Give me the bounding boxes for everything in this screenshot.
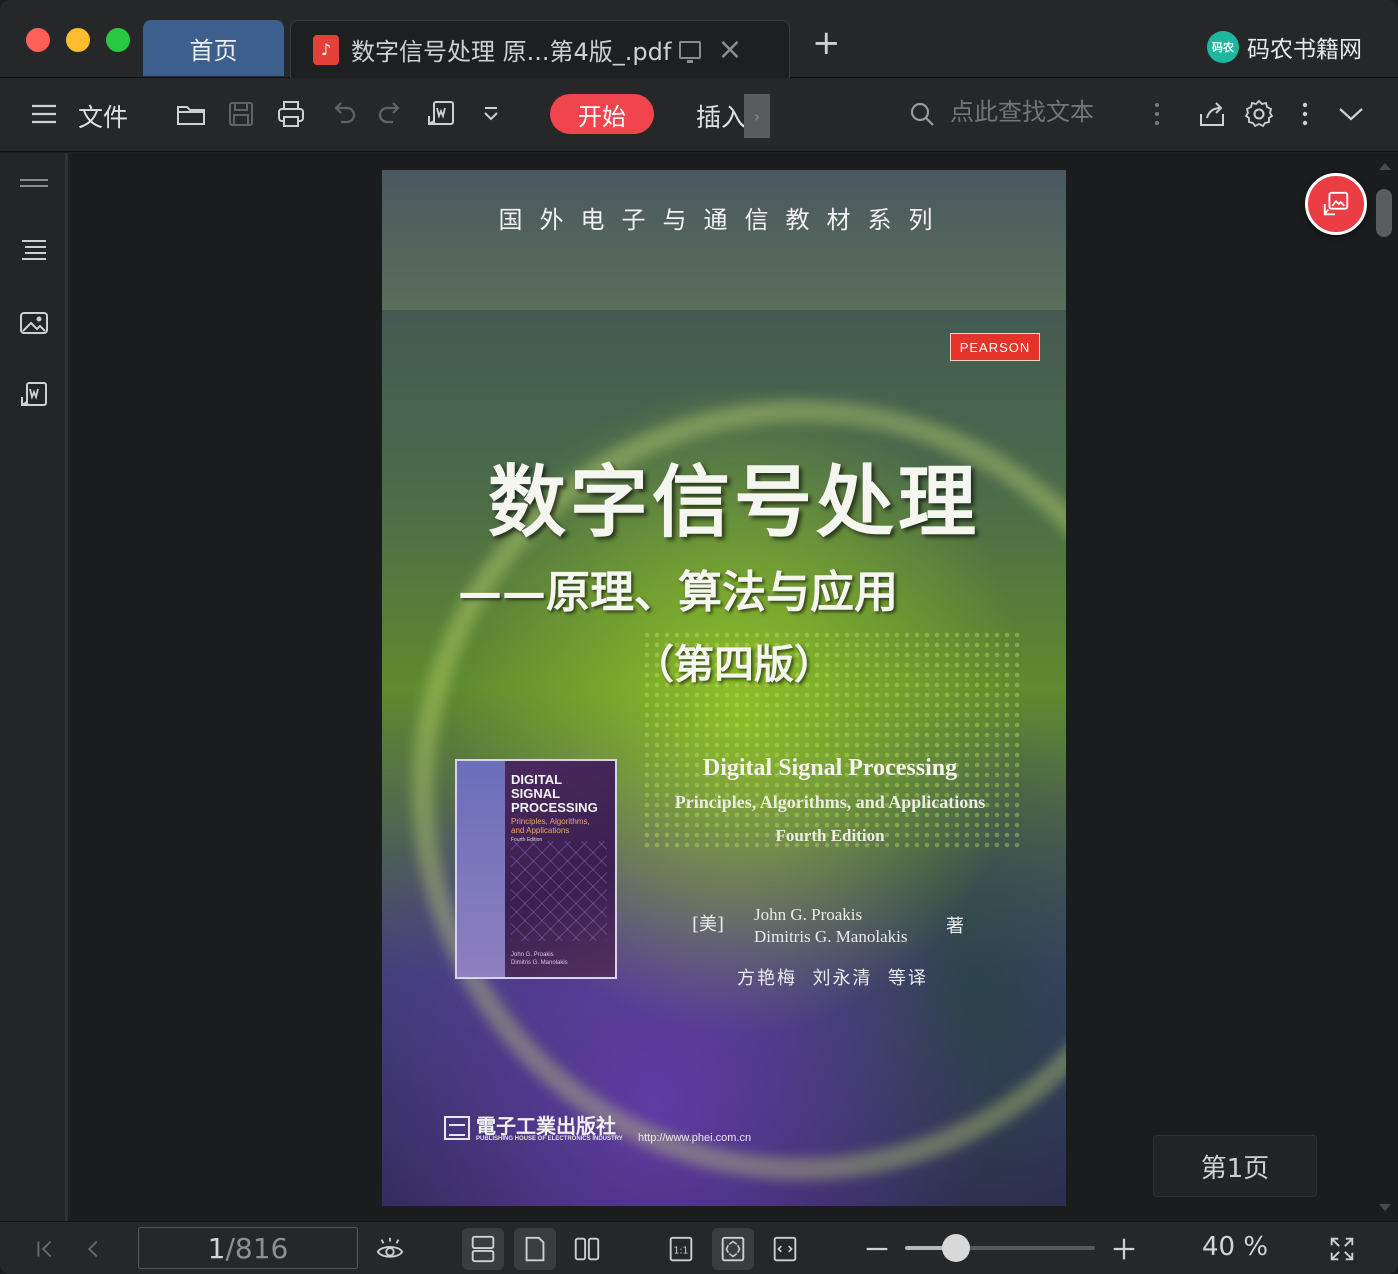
publisher-logo bbox=[444, 1116, 470, 1140]
image-icon[interactable] bbox=[16, 305, 52, 341]
publisher-name: 電子工業出版社 bbox=[476, 1114, 616, 1138]
page-indicator: 第1页 bbox=[1153, 1135, 1317, 1197]
pdf-file-icon: ♪ bbox=[313, 34, 339, 65]
more-icon[interactable] bbox=[1287, 96, 1323, 132]
book-subtitle-cn: ——原理、算法与应用 bbox=[458, 567, 898, 618]
fit-width-icon[interactable] bbox=[764, 1228, 806, 1270]
hamburger-icon[interactable] bbox=[26, 96, 62, 132]
prev-page-icon[interactable] bbox=[72, 1228, 114, 1270]
series-title: 国外电子与通信教材系列 bbox=[498, 206, 950, 234]
two-page-icon[interactable] bbox=[566, 1228, 608, 1270]
brand: 码农 码农书籍网 bbox=[1207, 30, 1362, 64]
title-bar: 首页 ♪ 数字信号处理 原...第4版_.pdf × + 码农 码农书籍网 bbox=[0, 0, 1398, 78]
start-tab[interactable]: 开始 bbox=[550, 94, 654, 134]
redo-icon[interactable] bbox=[373, 96, 409, 132]
mini-cover-stripe bbox=[457, 761, 505, 977]
scroll-thumb[interactable] bbox=[1376, 189, 1392, 237]
page-number-field[interactable]: 1/816 bbox=[138, 1227, 358, 1269]
settings-icon[interactable] bbox=[1241, 96, 1277, 132]
share-icon[interactable] bbox=[1194, 96, 1230, 132]
document-viewport[interactable]: 国外电子与通信教材系列 PEARSON 数字信号处理 ——原理、算法与应用 （第… bbox=[71, 153, 1398, 1221]
tab-document[interactable]: ♪ 数字信号处理 原...第4版_.pdf × bbox=[290, 20, 790, 78]
file-menu[interactable]: 文件 bbox=[78, 98, 128, 134]
more-icon[interactable] bbox=[1139, 96, 1175, 132]
document-page: 国外电子与通信教材系列 PEARSON 数字信号处理 ——原理、算法与应用 （第… bbox=[382, 170, 1066, 1206]
book-title-cn: 数字信号处理 bbox=[487, 457, 980, 548]
convert-word-icon[interactable] bbox=[16, 377, 52, 413]
brand-logo: 码农 bbox=[1207, 31, 1239, 63]
left-sidebar bbox=[0, 153, 68, 1221]
cover-top-band bbox=[382, 170, 1066, 310]
translators: 方艳梅 刘永清 等译 bbox=[737, 968, 928, 989]
minimize-window-button[interactable] bbox=[66, 28, 90, 52]
continuous-view-icon[interactable] bbox=[462, 1228, 504, 1270]
extract-image-button[interactable] bbox=[1305, 173, 1367, 235]
scroll-up-arrow[interactable] bbox=[1379, 163, 1391, 170]
current-page: 1 bbox=[207, 1231, 226, 1265]
book-edition-en: Fourth Edition bbox=[775, 826, 885, 845]
undo-icon[interactable] bbox=[325, 96, 361, 132]
vertical-scrollbar[interactable] bbox=[1374, 163, 1394, 1211]
book-title-en: Digital Signal Processing bbox=[702, 755, 958, 781]
app-window: 首页 ♪ 数字信号处理 原...第4版_.pdf × + 码农 码农书籍网 文件 bbox=[0, 0, 1398, 1274]
mini-cover-pattern bbox=[511, 841, 607, 941]
zoom-level[interactable]: 40 % bbox=[1202, 1232, 1268, 1262]
author-origin: [美] bbox=[692, 914, 725, 935]
tab-home[interactable]: 首页 bbox=[143, 20, 284, 76]
dropdown-icon[interactable] bbox=[473, 96, 509, 132]
brand-name: 码农书籍网 bbox=[1247, 37, 1362, 63]
close-icon[interactable]: × bbox=[717, 34, 742, 65]
first-page-icon[interactable] bbox=[24, 1228, 66, 1270]
open-folder-icon[interactable] bbox=[173, 96, 209, 132]
scroll-down-arrow[interactable] bbox=[1379, 1204, 1391, 1211]
pearson-logo: PEARSON bbox=[950, 333, 1040, 361]
mini-cover-title: DIGITAL SIGNAL PROCESSING bbox=[511, 772, 598, 815]
fullscreen-icon[interactable] bbox=[1321, 1228, 1363, 1270]
toolbar: 文件 开始 插入 › bbox=[0, 78, 1398, 152]
thumbnail-panel-icon[interactable] bbox=[16, 165, 52, 201]
total-pages: /816 bbox=[225, 1231, 289, 1265]
tab-scroll-right[interactable]: › bbox=[744, 94, 770, 138]
print-icon[interactable] bbox=[273, 96, 309, 132]
search-icon[interactable] bbox=[904, 96, 940, 132]
collapse-icon[interactable] bbox=[1333, 96, 1369, 132]
maximize-window-button[interactable] bbox=[106, 28, 130, 52]
actual-size-icon[interactable]: 1:1 bbox=[660, 1228, 702, 1270]
zoom-slider[interactable] bbox=[905, 1234, 1095, 1262]
search-input[interactable] bbox=[950, 98, 1140, 126]
publisher-name-en: PUBLISHING HOUSE OF ELECTRONICS INDUSTRY bbox=[476, 1136, 623, 1142]
svg-text:1:1: 1:1 bbox=[673, 1246, 688, 1257]
mini-cover-authors: John G. Proakis Dimitris G. Manolakis bbox=[511, 952, 568, 966]
zoom-out-icon[interactable] bbox=[856, 1228, 898, 1270]
eye-icon[interactable] bbox=[369, 1228, 411, 1270]
extract-image-icon bbox=[1323, 191, 1349, 216]
tab-home-label: 首页 bbox=[189, 36, 238, 65]
authors: John G. Proakis Dimitris G. Manolakis bbox=[754, 905, 908, 946]
publisher-url: http://www.phei.com.cn bbox=[638, 1132, 752, 1144]
close-window-button[interactable] bbox=[26, 28, 50, 52]
monitor-icon[interactable] bbox=[679, 40, 702, 63]
add-tab-icon[interactable]: + bbox=[812, 26, 841, 60]
book-edition-cn: （第四版） bbox=[634, 641, 834, 688]
save-icon[interactable] bbox=[223, 96, 259, 132]
outline-icon[interactable] bbox=[16, 233, 52, 269]
zoom-in-icon[interactable] bbox=[1103, 1228, 1145, 1270]
status-bar: 1/816 1:1 40 % bbox=[0, 1221, 1398, 1274]
original-cover-thumbnail: DIGITAL SIGNAL PROCESSING Principles, Al… bbox=[455, 759, 617, 979]
author-mark: 著 bbox=[946, 916, 964, 937]
fit-page-icon[interactable] bbox=[712, 1228, 754, 1270]
zoom-slider-knob[interactable] bbox=[942, 1234, 971, 1262]
convert-icon[interactable] bbox=[423, 96, 459, 132]
mini-cover-subtitle: Principles, Algorithms, and Applications bbox=[511, 817, 590, 835]
single-page-icon[interactable] bbox=[514, 1228, 556, 1270]
book-subtitle-en: Principles, Algorithms, and Applications bbox=[674, 792, 986, 812]
tab-document-label: 数字信号处理 原...第4版_.pdf bbox=[351, 38, 672, 66]
insert-tab[interactable]: 插入 bbox=[696, 98, 746, 134]
